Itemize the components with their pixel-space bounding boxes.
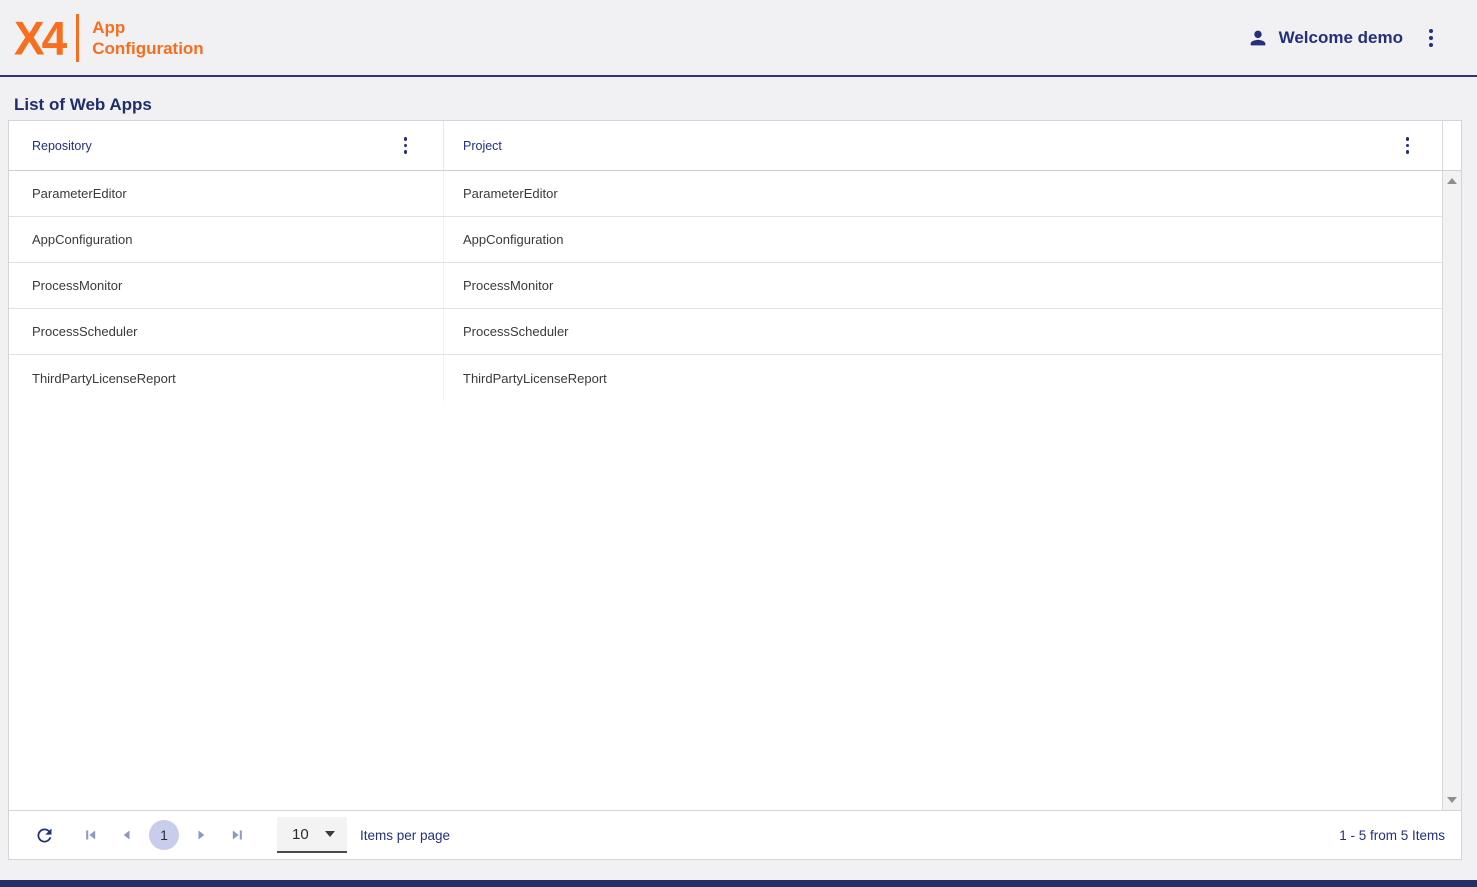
refresh-icon: [34, 825, 55, 846]
user-icon: [1247, 27, 1269, 49]
table-row[interactable]: ProcessSchedulerProcessScheduler: [9, 309, 1442, 355]
app-name-line1: App: [92, 17, 203, 38]
page-title: List of Web Apps: [14, 95, 152, 115]
brand-divider: [76, 14, 79, 62]
app-name-line2: Configuration: [92, 38, 203, 59]
app-page: X4 App Configuration Welcome demo List o…: [0, 0, 1477, 887]
cell-project: ThirdPartyLicenseReport: [444, 355, 1442, 401]
cell-repository: ProcessMonitor: [9, 263, 444, 308]
column-header-project[interactable]: Project: [444, 121, 1442, 170]
previous-page-button[interactable]: [119, 827, 135, 843]
previous-page-icon: [119, 827, 135, 843]
cell-project: ParameterEditor: [444, 171, 1442, 216]
web-apps-table: Repository Project ParameterEditorParame…: [8, 120, 1462, 860]
next-page-icon: [193, 827, 209, 843]
user-area: Welcome demo: [1247, 25, 1439, 51]
table-row[interactable]: ProcessMonitorProcessMonitor: [9, 263, 1442, 309]
table-row[interactable]: ThirdPartyLicenseReportThirdPartyLicense…: [9, 355, 1442, 401]
app-name: App Configuration: [92, 17, 203, 59]
table-body: ParameterEditorParameterEditorAppConfigu…: [9, 171, 1442, 810]
scroll-down-icon[interactable]: [1447, 797, 1457, 803]
current-page-button[interactable]: 1: [149, 820, 179, 850]
cell-project: AppConfiguration: [444, 217, 1442, 262]
first-page-icon: [83, 827, 99, 843]
welcome-text: Welcome demo: [1279, 28, 1403, 48]
dropdown-caret-icon: [325, 831, 335, 837]
cell-repository: AppConfiguration: [9, 217, 444, 262]
cell-project: ProcessMonitor: [444, 263, 1442, 308]
cell-project: ProcessScheduler: [444, 309, 1442, 354]
cell-repository: ThirdPartyLicenseReport: [9, 355, 444, 401]
table-header-row: Repository Project: [9, 121, 1461, 171]
paginator: 1 10 Items per page 1 - 5 from 5 Items: [9, 810, 1461, 859]
x4-logo: X4: [14, 14, 76, 61]
scrollbar-header-corner: [1442, 121, 1461, 170]
first-page-button[interactable]: [83, 827, 99, 843]
items-per-page-value: 10: [292, 826, 309, 843]
items-per-page-label: Items per page: [360, 828, 450, 843]
last-page-icon: [229, 827, 245, 843]
table-row[interactable]: ParameterEditorParameterEditor: [9, 171, 1442, 217]
last-page-button[interactable]: [229, 827, 245, 843]
column-label: Repository: [32, 139, 92, 153]
brand: X4 App Configuration: [14, 14, 204, 62]
items-range-label: 1 - 5 from 5 Items: [1339, 828, 1445, 843]
cell-repository: ProcessScheduler: [9, 309, 444, 354]
user-menu-kebab-icon[interactable]: [1423, 25, 1439, 51]
next-page-button[interactable]: [193, 827, 209, 843]
cell-repository: ParameterEditor: [9, 171, 444, 216]
table-row[interactable]: AppConfigurationAppConfiguration: [9, 217, 1442, 263]
items-per-page-select[interactable]: 10: [277, 817, 347, 853]
repository-column-menu-kebab-icon[interactable]: [398, 133, 414, 158]
vertical-scrollbar[interactable]: [1442, 171, 1461, 810]
column-label: Project: [463, 139, 502, 153]
project-column-menu-kebab-icon[interactable]: [1400, 133, 1416, 158]
column-header-repository[interactable]: Repository: [9, 121, 444, 170]
app-header: X4 App Configuration Welcome demo: [0, 0, 1477, 77]
scroll-up-icon[interactable]: [1447, 178, 1457, 184]
refresh-button[interactable]: [34, 825, 55, 846]
table-main: ParameterEditorParameterEditorAppConfigu…: [9, 171, 1461, 810]
bottom-bar: [0, 880, 1477, 887]
